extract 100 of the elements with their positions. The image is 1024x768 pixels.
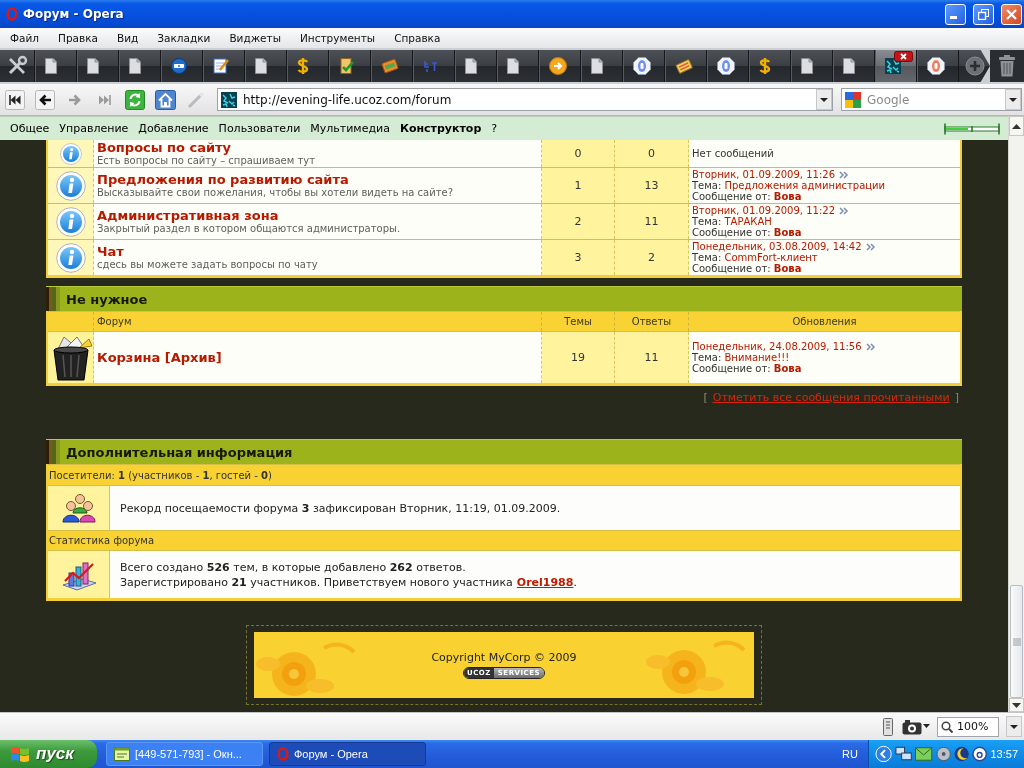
- panel-menu-item[interactable]: Мультимедиа: [310, 122, 390, 135]
- panel-menu-item[interactable]: Общее: [10, 122, 50, 135]
- browser-tab[interactable]: [833, 50, 875, 82]
- restore-button[interactable]: [973, 3, 994, 25]
- count-cell: 2: [542, 204, 615, 239]
- address-field[interactable]: http://evening-life.ucoz.com/forum: [243, 92, 810, 107]
- caret-icon[interactable]: [923, 724, 930, 729]
- octagon-icon: [927, 57, 945, 75]
- minimize-button[interactable]: [945, 3, 966, 25]
- post-date-link[interactable]: Вторник, 01.09.2009, 11:22: [692, 205, 836, 216]
- forum-title-link[interactable]: Предложения по развитию сайта: [97, 172, 349, 187]
- envelope-icon[interactable]: [915, 747, 933, 761]
- browser-tab[interactable]: [245, 50, 287, 82]
- search-box[interactable]: Google: [841, 88, 1022, 111]
- close-icon[interactable]: [894, 51, 913, 62]
- zoom-field[interactable]: 100%: [937, 716, 999, 737]
- trash-icon[interactable]: [998, 55, 1016, 77]
- panels-button[interactable]: [0, 50, 35, 82]
- dropdown-icon[interactable]: [1005, 89, 1021, 110]
- menu-item[interactable]: Правка: [58, 32, 98, 44]
- browser-tab[interactable]: [665, 50, 707, 82]
- rewind-icon[interactable]: [5, 89, 25, 110]
- dropdown-icon[interactable]: [816, 89, 832, 110]
- chevron-left-icon[interactable]: [875, 745, 893, 763]
- forum-description: Есть вопросы по сайту – спрашиваем тут: [97, 155, 315, 167]
- post-date-link[interactable]: Понедельник, 24.08.2009, 11:56: [692, 341, 862, 352]
- menu-item[interactable]: Инструменты: [300, 32, 376, 44]
- browser-tab[interactable]: [119, 50, 161, 82]
- page-icon: [465, 58, 477, 74]
- browser-tab[interactable]: [203, 50, 245, 82]
- search-field[interactable]: Google: [867, 92, 999, 107]
- browser-tab[interactable]: [35, 50, 77, 82]
- panel-menu-item[interactable]: ?: [491, 122, 498, 135]
- browser-tab[interactable]: [161, 50, 203, 82]
- author-link[interactable]: Вова: [773, 363, 802, 374]
- scrollbar-thumb[interactable]: [1010, 585, 1023, 698]
- browser-tab[interactable]: [623, 50, 665, 82]
- post-date-link[interactable]: Понедельник, 03.08.2009, 14:42: [692, 241, 862, 252]
- taskbar-button[interactable]: [449-571-793] - Окн...: [106, 742, 263, 766]
- panel-slider-icon[interactable]: [944, 122, 1000, 135]
- menu-item[interactable]: Вид: [117, 32, 139, 44]
- panel-menu-item[interactable]: Управление: [59, 122, 129, 135]
- browser-tab[interactable]: [875, 50, 917, 82]
- panel-icon[interactable]: [881, 717, 895, 736]
- network-icon[interactable]: [895, 746, 913, 762]
- scroll-down-button[interactable]: [1009, 698, 1024, 712]
- panel-menu-item[interactable]: Конструктор: [399, 122, 482, 135]
- moon-icon[interactable]: [953, 746, 970, 762]
- menu-item[interactable]: Справка: [394, 32, 441, 44]
- browser-tab[interactable]: [581, 50, 623, 82]
- panel-menu-item[interactable]: Добавление: [138, 122, 209, 135]
- browser-tab[interactable]: [455, 50, 497, 82]
- browser-tab[interactable]: [77, 50, 119, 82]
- browser-tab[interactable]: [749, 50, 791, 82]
- copyright-text: Copyright MyCorp © 2009: [431, 651, 577, 664]
- plus-icon[interactable]: [965, 56, 985, 76]
- close-button[interactable]: [1001, 3, 1022, 25]
- post-date-link[interactable]: Вторник, 01.09.2009, 11:26: [692, 169, 836, 180]
- browser-tab[interactable]: [707, 50, 749, 82]
- scroll-up-button[interactable]: [1009, 116, 1024, 136]
- author-link[interactable]: Вова: [773, 227, 802, 238]
- start-button[interactable]: пуск: [0, 740, 97, 768]
- back-icon[interactable]: [35, 89, 55, 110]
- new-tab-button[interactable]: [959, 50, 990, 82]
- forum-title-link[interactable]: Чат: [97, 244, 124, 259]
- forum-title-link[interactable]: Административная зона: [97, 208, 279, 223]
- double-chevron-icon: [865, 242, 876, 251]
- browser-tab[interactable]: [287, 50, 329, 82]
- menu-item[interactable]: Виджеты: [229, 32, 281, 44]
- browser-tab[interactable]: [917, 50, 959, 82]
- topic-link[interactable]: Внимание!!!: [724, 352, 790, 363]
- count-cell: 11: [615, 204, 689, 239]
- forum-title-link[interactable]: Корзина [Архив]: [97, 350, 222, 365]
- taskbar-button[interactable]: Форум - Opera: [269, 742, 426, 766]
- topic-link[interactable]: Предложения администрации: [724, 180, 886, 191]
- menu-item[interactable]: Файл: [10, 32, 39, 44]
- reload-icon[interactable]: [125, 89, 145, 110]
- browser-tab[interactable]: [497, 50, 539, 82]
- topic-link[interactable]: ТАРАКАН: [724, 216, 772, 227]
- language-indicator[interactable]: RU: [842, 748, 858, 760]
- browser-tab[interactable]: [371, 50, 413, 82]
- address-box[interactable]: http://evening-life.ucoz.com/forum: [217, 88, 833, 111]
- dropdown-icon[interactable]: [1006, 716, 1022, 737]
- closed-tabs-button[interactable]: [990, 50, 1024, 82]
- browser-tab[interactable]: [329, 50, 371, 82]
- disc-icon[interactable]: [935, 746, 951, 762]
- tools-icon: [6, 55, 28, 77]
- panel-menu-item[interactable]: Пользователи: [218, 122, 301, 135]
- author-link[interactable]: Вова: [773, 263, 802, 274]
- browser-tab[interactable]: [539, 50, 581, 82]
- author-link[interactable]: Вова: [773, 191, 802, 202]
- down-arrow-icon: [1012, 702, 1021, 708]
- menu-item[interactable]: Закладки: [157, 32, 211, 44]
- home-icon[interactable]: [155, 89, 176, 110]
- browser-tab[interactable]: [791, 50, 833, 82]
- forum-title-link[interactable]: Вопросы по сайту: [97, 140, 232, 155]
- octagon-icon: [717, 57, 735, 75]
- camera-icon[interactable]: [902, 718, 922, 735]
- circle-icon[interactable]: [972, 746, 988, 762]
- topic-link[interactable]: CommFort-клиент: [724, 252, 818, 263]
